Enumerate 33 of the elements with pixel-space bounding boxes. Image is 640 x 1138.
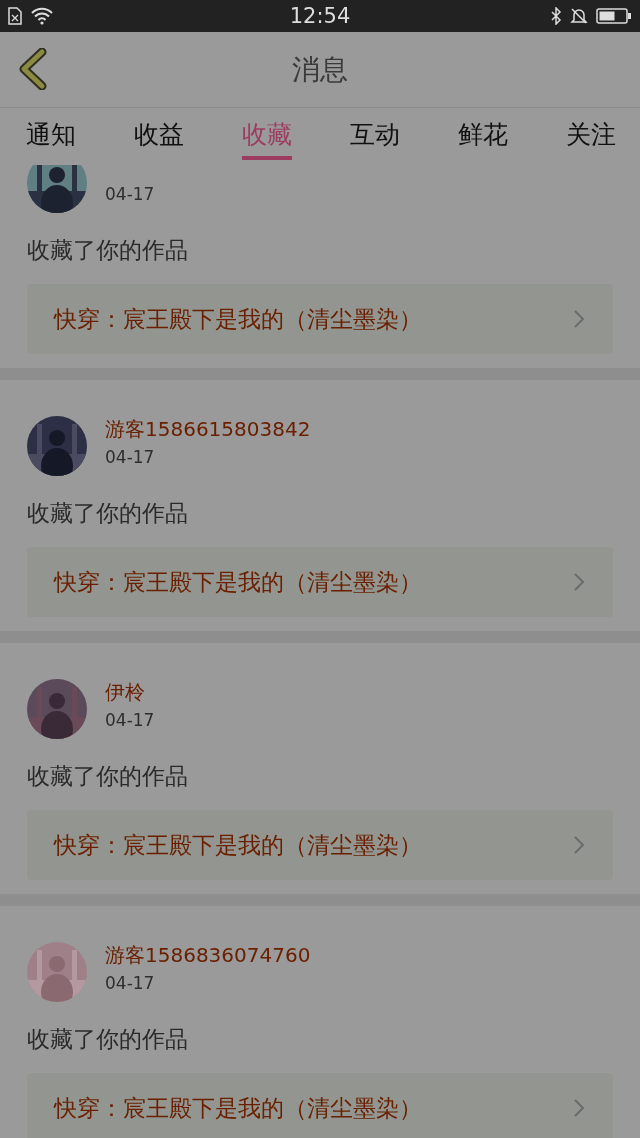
tab[interactable]: 关注 (566, 108, 616, 160)
work-link[interactable]: 快穿：宸王殿下是我的（清尘墨染） (27, 1073, 613, 1138)
message-date: 04-17 (105, 184, 155, 204)
tab[interactable]: 收藏 (242, 108, 292, 160)
message-date: 04-17 (105, 447, 156, 467)
chevron-right-icon (573, 835, 585, 855)
sim-card-icon (8, 7, 22, 25)
clock-time: 12:54 (289, 4, 351, 28)
message-text: 收藏了你的作品 (27, 1025, 189, 1054)
message-date: 04-17 (105, 973, 156, 993)
user-name[interactable]: 游客1586615803842 (105, 417, 311, 441)
wifi-icon (30, 7, 54, 25)
message-text: 收藏了你的作品 (27, 499, 189, 528)
tab[interactable]: 互动 (350, 108, 400, 160)
message-text: 收藏了你的作品 (27, 762, 189, 791)
work-link[interactable]: 快穿：宸王殿下是我的（清尘墨染） (27, 547, 613, 617)
message-date: 04-17 (105, 710, 155, 730)
user-name[interactable]: 游客1586836074760 (105, 943, 311, 967)
tab[interactable]: 鲜花 (458, 108, 508, 160)
page-title: 消息 (292, 51, 348, 88)
battery-icon (596, 7, 632, 25)
bluetooth-icon (550, 7, 562, 25)
work-link[interactable]: 快穿：宸王殿下是我的（清尘墨染） (27, 284, 613, 354)
bell-off-icon (570, 7, 588, 25)
tab[interactable]: 收益 (134, 108, 184, 160)
tab[interactable]: 通知 (26, 108, 76, 160)
user-name[interactable]: 伊柃 (105, 680, 155, 704)
back-icon[interactable] (18, 48, 48, 90)
chevron-right-icon (573, 572, 585, 592)
chevron-right-icon (573, 1098, 585, 1118)
work-link[interactable]: 快穿：宸王殿下是我的（清尘墨染） (27, 810, 613, 880)
chevron-right-icon (573, 309, 585, 329)
message-text: 收藏了你的作品 (27, 236, 189, 265)
